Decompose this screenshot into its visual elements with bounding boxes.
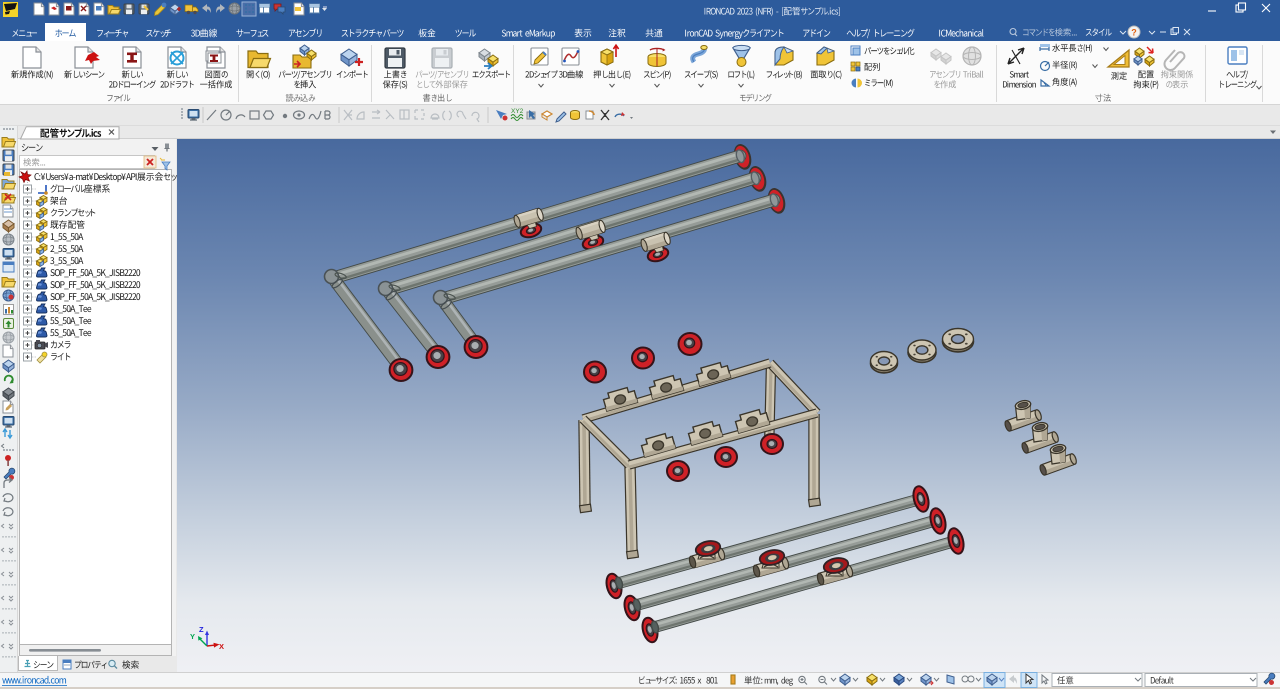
svg-text:Y: Y — [190, 632, 195, 641]
svg-text:?: ? — [1131, 28, 1137, 38]
svg-text:X: X — [219, 642, 224, 651]
svg-text:XY2: XY2 — [511, 108, 524, 115]
svg-text:Z: Z — [199, 625, 204, 634]
